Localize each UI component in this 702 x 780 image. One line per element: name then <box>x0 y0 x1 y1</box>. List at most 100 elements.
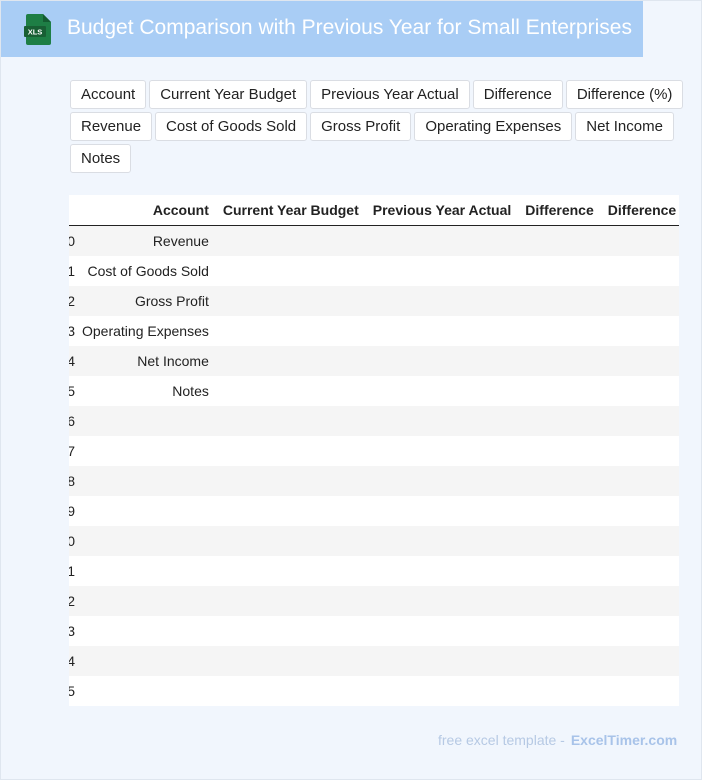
value-cell[interactable] <box>215 646 366 676</box>
account-cell[interactable]: Net Income <box>75 346 216 376</box>
value-cell[interactable] <box>365 376 519 406</box>
account-cell[interactable]: Revenue <box>75 225 216 256</box>
value-cell[interactable] <box>215 286 366 316</box>
value-cell[interactable] <box>365 406 519 436</box>
row-index-label: 2 <box>69 593 75 609</box>
xls-file-icon: XLS <box>24 14 51 45</box>
value-cell[interactable] <box>518 286 601 316</box>
account-cell[interactable] <box>75 556 216 586</box>
column-chip[interactable]: Difference (%) <box>565 80 684 109</box>
value-cell[interactable] <box>600 406 679 436</box>
column-chip[interactable]: Cost of Goods Sold <box>155 112 308 141</box>
value-cell[interactable] <box>518 676 601 706</box>
account-cell[interactable] <box>75 616 216 646</box>
value-cell[interactable] <box>518 376 601 406</box>
value-cell[interactable] <box>600 616 679 646</box>
value-cell[interactable] <box>365 466 519 496</box>
account-cell[interactable] <box>75 436 216 466</box>
value-cell[interactable] <box>365 225 519 256</box>
value-cell[interactable] <box>215 556 366 586</box>
value-cell[interactable] <box>518 586 601 616</box>
account-cell[interactable]: Cost of Goods Sold <box>75 256 216 286</box>
column-chip[interactable]: Account <box>70 80 147 109</box>
account-cell[interactable] <box>75 526 216 556</box>
value-cell[interactable] <box>365 556 519 586</box>
column-chip[interactable]: Current Year Budget <box>149 80 308 109</box>
value-cell[interactable] <box>215 346 366 376</box>
header-banner: XLS Budget Comparison with Previous Year… <box>1 1 643 57</box>
account-cell[interactable]: Operating Expenses <box>75 316 216 346</box>
column-chip[interactable]: Notes <box>70 144 132 173</box>
value-cell[interactable] <box>600 526 679 556</box>
value-cell[interactable] <box>600 466 679 496</box>
account-cell[interactable] <box>75 586 216 616</box>
value-cell[interactable] <box>600 496 679 526</box>
value-cell[interactable] <box>215 436 366 466</box>
account-cell[interactable]: Gross Profit <box>75 286 216 316</box>
value-cell[interactable] <box>600 376 679 406</box>
value-cell[interactable] <box>215 316 366 346</box>
row-index-label: 2 <box>69 293 75 309</box>
value-cell[interactable] <box>600 316 679 346</box>
value-cell[interactable] <box>518 225 601 256</box>
value-cell[interactable] <box>600 646 679 676</box>
value-cell[interactable] <box>365 316 519 346</box>
value-cell[interactable] <box>215 406 366 436</box>
account-cell[interactable] <box>75 496 216 526</box>
value-cell[interactable] <box>518 256 601 286</box>
column-chip[interactable]: Revenue <box>70 112 153 141</box>
value-cell[interactable] <box>365 676 519 706</box>
value-cell[interactable] <box>518 406 601 436</box>
value-cell[interactable] <box>215 676 366 706</box>
value-cell[interactable] <box>518 436 601 466</box>
value-cell[interactable] <box>215 225 366 256</box>
data-table-container[interactable]: Account Current Year Budget Previous Year … <box>69 195 679 706</box>
value-cell[interactable] <box>215 256 366 286</box>
value-cell[interactable] <box>215 376 366 406</box>
account-cell[interactable] <box>75 646 216 676</box>
value-cell[interactable] <box>365 526 519 556</box>
value-cell[interactable] <box>518 646 601 676</box>
value-cell[interactable] <box>365 646 519 676</box>
value-cell[interactable] <box>215 526 366 556</box>
value-cell[interactable] <box>518 616 601 646</box>
row-index-label: 5 <box>69 683 75 699</box>
value-cell[interactable] <box>600 225 679 256</box>
account-cell[interactable]: Notes <box>75 376 216 406</box>
value-cell[interactable] <box>518 316 601 346</box>
value-cell[interactable] <box>600 436 679 466</box>
column-chip[interactable]: Gross Profit <box>310 112 412 141</box>
value-cell[interactable] <box>518 466 601 496</box>
value-cell[interactable] <box>365 286 519 316</box>
value-cell[interactable] <box>365 586 519 616</box>
value-cell[interactable] <box>215 586 366 616</box>
value-cell[interactable] <box>365 346 519 376</box>
value-cell[interactable] <box>215 466 366 496</box>
value-cell[interactable] <box>600 676 679 706</box>
value-cell[interactable] <box>365 496 519 526</box>
footer-brand-link[interactable]: ExcelTimer.com <box>571 732 677 748</box>
value-cell[interactable] <box>215 616 366 646</box>
value-cell[interactable] <box>600 256 679 286</box>
column-chip[interactable]: Difference <box>472 80 563 109</box>
value-cell[interactable] <box>365 256 519 286</box>
account-cell[interactable] <box>75 406 216 436</box>
value-cell[interactable] <box>518 346 601 376</box>
column-chip[interactable]: Operating Expenses <box>414 112 573 141</box>
value-cell[interactable] <box>365 616 519 646</box>
value-cell[interactable] <box>518 556 601 586</box>
value-cell[interactable] <box>518 526 601 556</box>
account-cell[interactable] <box>75 676 216 706</box>
value-cell[interactable] <box>365 436 519 466</box>
value-cell[interactable] <box>600 556 679 586</box>
column-chip[interactable]: Net Income <box>575 112 674 141</box>
value-cell[interactable] <box>215 496 366 526</box>
data-table: Account Current Year Budget Previous Year … <box>69 195 679 706</box>
value-cell[interactable] <box>600 586 679 616</box>
value-cell[interactable] <box>600 346 679 376</box>
column-chip[interactable]: Previous Year Actual <box>310 80 470 109</box>
account-cell[interactable] <box>75 466 216 496</box>
value-cell[interactable] <box>518 496 601 526</box>
value-cell[interactable] <box>600 286 679 316</box>
table-row: 3 <box>69 616 679 646</box>
